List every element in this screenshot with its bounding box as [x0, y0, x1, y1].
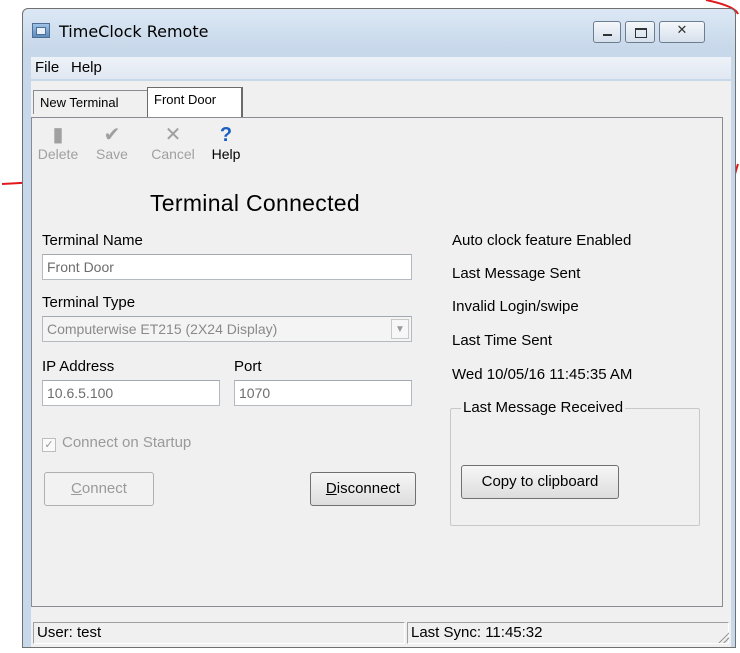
- terminal-name-label: Terminal Name: [42, 232, 143, 249]
- checkmark-icon: ✔: [103, 124, 121, 146]
- delete-button[interactable]: ▮ Delete: [34, 124, 82, 162]
- minimize-button[interactable]: [593, 21, 621, 43]
- last-message-received-label: Last Message Received: [461, 399, 626, 416]
- port-field[interactable]: 1070: [234, 380, 412, 406]
- port-label: Port: [234, 358, 262, 375]
- connect-button[interactable]: Connect: [44, 472, 154, 506]
- last-time-sent-label: Last Time Sent: [452, 332, 553, 349]
- connect-label: onnect: [81, 480, 127, 497]
- last-time-sent-value: Wed 10/05/16 11:45:35 AM: [452, 366, 633, 383]
- save-button[interactable]: ✔ Save: [92, 124, 132, 162]
- close-button[interactable]: ✕: [659, 21, 705, 43]
- title-bar[interactable]: TimeClock Remote ✕: [23, 9, 735, 51]
- menu-file[interactable]: File: [35, 59, 59, 76]
- status-user: User: test: [33, 622, 405, 644]
- last-message-sent-value: Invalid Login/swipe: [452, 298, 579, 315]
- status-bar: User: test Last Sync: 11:45:32: [31, 619, 731, 645]
- terminal-type-value: Computerwise ET215 (2X24 Display): [47, 321, 278, 337]
- connect-accelerator: C: [71, 480, 82, 497]
- terminal-type-label: Terminal Type: [42, 294, 136, 311]
- x-icon: ✕: [164, 124, 182, 146]
- ip-address-field[interactable]: 10.6.5.100: [42, 380, 220, 406]
- client-area: New Terminal Front Door ▮ Delete ✔ Save …: [31, 81, 731, 647]
- disconnect-label: isconnect: [336, 480, 401, 497]
- tab-panel: ▮ Delete ✔ Save ✕ Cancel ? Help Terminal…: [31, 117, 723, 607]
- tab-strip: New Terminal Front Door: [31, 81, 731, 119]
- menu-bar: File Help: [31, 57, 731, 79]
- cancel-button[interactable]: ✕ Cancel: [146, 124, 200, 162]
- last-message-sent-label: Last Message Sent: [452, 265, 581, 282]
- copy-to-clipboard-button[interactable]: Copy to clipboard: [461, 465, 619, 499]
- close-icon: ✕: [676, 23, 688, 38]
- cancel-label: Cancel: [151, 146, 195, 162]
- app-icon: [32, 23, 50, 38]
- tab-front-door[interactable]: Front Door: [147, 87, 243, 117]
- connect-on-startup-label: Connect on Startup: [62, 434, 192, 451]
- terminal-type-select[interactable]: Computerwise ET215 (2X24 Display) ▼: [42, 316, 412, 342]
- delete-label: Delete: [37, 146, 79, 162]
- trash-icon: ▮: [52, 124, 64, 146]
- menu-help[interactable]: Help: [71, 59, 102, 76]
- chevron-down-icon[interactable]: ▼: [391, 319, 409, 339]
- tab-new-terminal[interactable]: New Terminal: [33, 90, 149, 114]
- status-last-sync: Last Sync: 11:45:32: [407, 622, 729, 644]
- terminal-name-field[interactable]: Front Door: [42, 254, 412, 280]
- disconnect-button[interactable]: Disconnect: [310, 472, 416, 506]
- connect-on-startup-checkbox[interactable]: ✓ Connect on Startup: [42, 434, 191, 452]
- maximize-button[interactable]: [625, 21, 655, 43]
- auto-clock-status: Auto clock feature Enabled: [452, 232, 632, 249]
- ip-address-label: IP Address: [42, 358, 115, 375]
- checkbox-check-icon: ✓: [42, 438, 56, 452]
- disconnect-accelerator: D: [325, 480, 337, 497]
- app-window: TimeClock Remote ✕ File Help New Termina…: [22, 8, 736, 648]
- save-label: Save: [96, 146, 128, 162]
- question-icon: ?: [219, 124, 233, 146]
- last-message-received-group: Last Message Received Copy to clipboard: [450, 399, 700, 526]
- resize-grip[interactable]: [717, 631, 729, 643]
- connection-status-heading: Terminal Connected: [150, 190, 360, 216]
- help-button[interactable]: ? Help: [206, 124, 246, 162]
- window-title: TimeClock Remote: [59, 22, 209, 41]
- help-label: Help: [211, 146, 241, 162]
